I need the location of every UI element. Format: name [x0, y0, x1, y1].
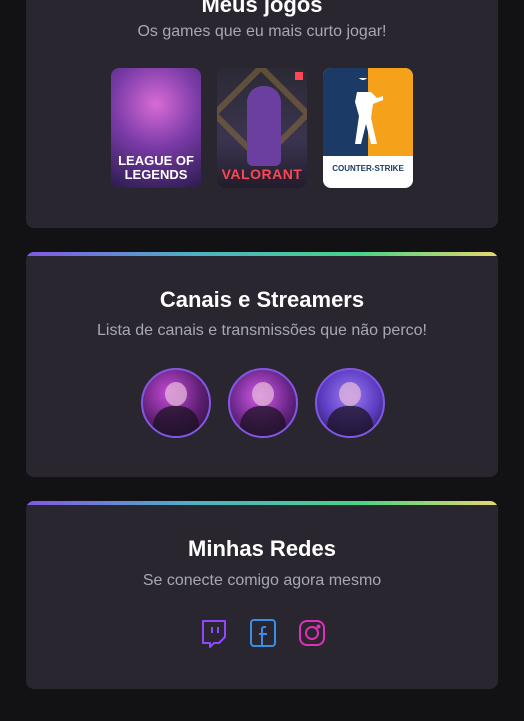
avatar-head — [165, 382, 187, 406]
avatar-body — [240, 406, 286, 436]
avatar-head — [252, 382, 274, 406]
game-title-cs: COUNTER-STRIKE — [332, 164, 404, 173]
streamers-subtitle: Lista de canais e transmissões que não p… — [97, 322, 427, 339]
facebook-icon — [250, 619, 276, 647]
game-title-valorant: VALORANT — [221, 166, 303, 182]
social-links — [200, 618, 326, 648]
games-card: Meus jogos Os games que eu mais curto jo… — [26, 0, 498, 228]
social-title: Minhas Redes — [188, 536, 336, 561]
games-subtitle: Os games que eu mais curto jogar! — [137, 23, 387, 40]
cs-soldier-icon — [355, 78, 383, 144]
valorant-character-graphic — [247, 86, 281, 166]
streamers-list — [141, 368, 385, 438]
instagram-link[interactable] — [298, 618, 326, 648]
streamer-avatar[interactable] — [315, 368, 385, 438]
game-title-lol: LEAGUE OF LEGENDS — [118, 153, 194, 182]
avatar-body — [153, 406, 199, 436]
valorant-badge — [295, 72, 303, 80]
streamers-title: Canais e Streamers — [159, 287, 365, 312]
games-title: Meus jogos — [201, 0, 323, 17]
twitch-icon — [202, 620, 226, 648]
twitch-link[interactable] — [200, 618, 228, 648]
streamer-avatar[interactable] — [141, 368, 211, 438]
game-league-of-legends[interactable]: LEAGUE OF LEGENDS — [111, 68, 201, 188]
games-list: LEAGUE OF LEGENDS VALORANT COUNTER-STRIK… — [111, 68, 413, 188]
facebook-link[interactable] — [249, 618, 277, 648]
instagram-icon — [299, 620, 325, 646]
avatar-body — [327, 406, 373, 436]
social-subtitle: Se conecte comigo agora mesmo — [142, 572, 382, 589]
game-counter-strike[interactable]: COUNTER-STRIKE — [323, 68, 413, 188]
streamers-card: Canais e Streamers Lista de canais e tra… — [26, 252, 498, 477]
avatar-head — [339, 382, 361, 406]
game-valorant[interactable]: VALORANT — [217, 68, 307, 188]
streamer-avatar[interactable] — [228, 368, 298, 438]
social-card: Minhas Redes Se conecte comigo agora mes… — [26, 501, 498, 689]
